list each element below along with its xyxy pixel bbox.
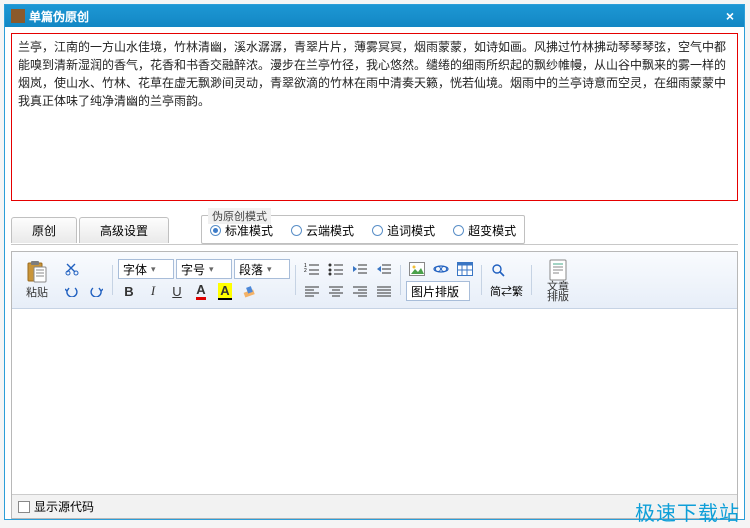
simp-trad-button[interactable]: 简⇄繁 [487,282,526,300]
paste-button[interactable]: 粘贴 [16,257,58,303]
title-text: 单篇伪原创 [29,8,89,25]
radio-icon [453,225,464,236]
toolbar-separator [295,265,296,295]
underline-button[interactable]: U [166,281,188,301]
radio-label: 超变模式 [468,222,516,239]
toolbar-separator [112,265,113,295]
tab-row: 原创 高级设置 伪原创模式 标准模式 云端模式 追词模式 超变模式 [5,215,744,244]
svg-text:2: 2 [304,268,307,274]
insert-image-button[interactable] [406,259,428,279]
editor: 粘贴 [11,251,738,519]
document-icon [544,258,572,282]
editor-body[interactable] [12,309,737,494]
align-left-button[interactable] [301,281,323,301]
radio-super[interactable]: 超变模式 [453,222,516,239]
tab-advanced[interactable]: 高级设置 [79,217,169,243]
clipboard-icon [23,260,51,284]
radio-standard[interactable]: 标准模式 [210,222,273,239]
paste-label: 粘贴 [26,284,48,300]
show-source-label: 显示源代码 [34,498,94,515]
outdent-button[interactable] [349,259,371,279]
watermark-text: 极速下载站 [635,497,740,526]
italic-button[interactable]: I [142,281,164,301]
chevron-down-icon: ▾ [209,264,214,275]
highlight-button[interactable]: A [214,281,236,301]
clear-format-button[interactable] [238,281,260,301]
font-color-button[interactable]: A [190,281,212,301]
font-family-select[interactable]: 字体 ▾ [118,259,174,279]
close-button[interactable]: × [720,8,740,24]
radio-icon [210,225,221,236]
indent-button[interactable] [373,259,395,279]
align-center-button[interactable] [325,281,347,301]
toolbar-separator [481,265,482,295]
font-size-select[interactable]: 字号 ▾ [176,259,232,279]
select-value: 段落 [239,261,263,278]
bold-button[interactable]: B [118,281,140,301]
align-right-button[interactable] [349,281,371,301]
tab-original[interactable]: 原创 [11,217,77,243]
align-justify-button[interactable] [373,281,395,301]
window-title: 单篇伪原创 [11,8,89,25]
list-ordered-button[interactable]: 12 [301,259,323,279]
article-layout-button[interactable]: 文章排版 [537,255,579,305]
article-layout-label: 文章排版 [547,282,569,302]
mode-group: 伪原创模式 标准模式 云端模式 追词模式 超变模式 [201,215,525,244]
select-value: 字号 [181,261,205,278]
image-layout-button[interactable]: 图片排版 [406,281,470,301]
select-value: 字体 [123,261,147,278]
title-bar: 单篇伪原创 × [5,5,744,27]
divider [11,244,738,245]
editor-toolbar: 粘贴 [12,252,737,309]
app-window: 单篇伪原创 × 兰亭，江南的一方山水佳境，竹林清幽，溪水潺潺，青翠片片，薄雾冥冥… [4,4,745,520]
radio-query[interactable]: 追词模式 [372,222,435,239]
source-panel: 兰亭，江南的一方山水佳境，竹林清幽，溪水潺潺，青翠片片，薄雾冥冥，烟雨蒙蒙，如诗… [5,27,744,207]
chevron-down-icon: ▾ [267,264,272,275]
chevron-down-icon: ▾ [151,264,156,275]
insert-table-button[interactable] [454,259,476,279]
radio-label: 云端模式 [306,222,354,239]
watermark: 极速下载站 [635,497,740,526]
mode-legend: 伪原创模式 [208,208,271,224]
editor-footer: 显示源代码 [12,494,737,518]
radio-cloud[interactable]: 云端模式 [291,222,354,239]
paragraph-select[interactable]: 段落 ▾ [234,259,290,279]
find-button[interactable] [487,260,509,280]
radio-label: 追词模式 [387,222,435,239]
app-icon [11,9,25,23]
source-textarea[interactable]: 兰亭，江南的一方山水佳境，竹林清幽，溪水潺潺，青翠片片，薄雾冥冥，烟雨蒙蒙，如诗… [11,33,738,201]
insert-link-button[interactable] [430,259,452,279]
undo-button[interactable] [61,281,83,301]
list-unordered-button[interactable] [325,259,347,279]
cut-button[interactable] [61,259,83,279]
redo-button[interactable] [85,281,107,301]
toolbar-separator [400,265,401,295]
radio-icon [372,225,383,236]
radio-label: 标准模式 [225,222,273,239]
show-source-checkbox[interactable] [18,501,30,513]
select-value: 图片排版 [411,283,459,300]
radio-icon [291,225,302,236]
toolbar-separator [531,265,532,295]
